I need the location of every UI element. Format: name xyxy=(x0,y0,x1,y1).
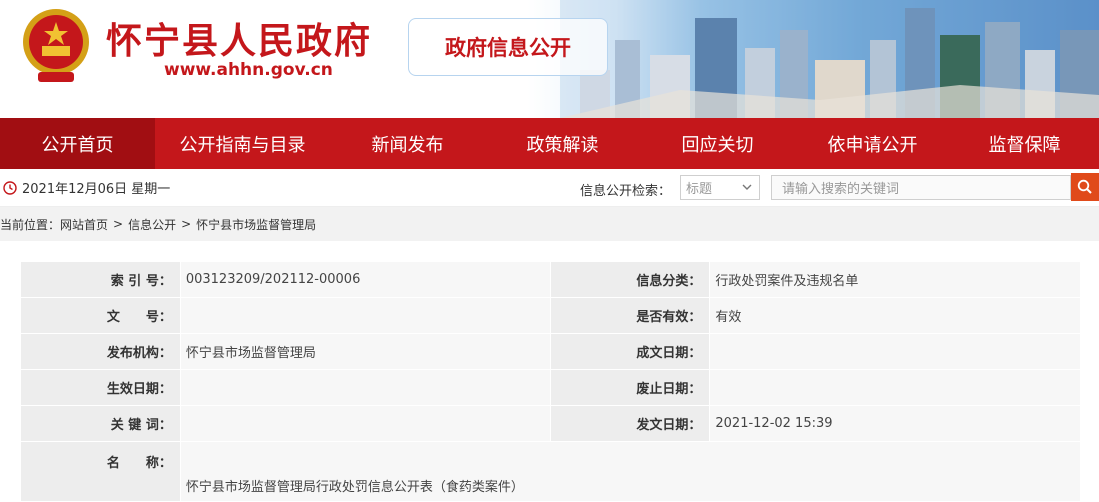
nav-item-guide[interactable]: 公开指南与目录 xyxy=(155,118,330,169)
table-row: 发布机构： 怀宁县市场监督管理局 成文日期： xyxy=(20,333,1081,370)
abolish-date-label: 废止日期： xyxy=(549,369,711,406)
national-emblem-icon xyxy=(23,9,89,82)
written-date-label: 成文日期： xyxy=(549,333,711,370)
valid-value: 有效 xyxy=(709,297,1081,334)
table-row: 索 引 号： 003123209/202112-00006 信息分类： 行政处罚… xyxy=(20,261,1081,298)
issued-date-value: 2021-12-02 15:39 xyxy=(709,405,1081,442)
date-text: 2021年12月06日 星期一 xyxy=(22,182,171,197)
keywords-value xyxy=(179,405,551,442)
nav-item-home[interactable]: 公开首页 xyxy=(0,118,155,169)
index-value: 003123209/202112-00006 xyxy=(179,261,551,298)
table-row: 名 称： 怀宁县市场监督管理局行政处罚信息公开表（食药类案件） xyxy=(20,441,1082,502)
site-title: 怀宁县人民政府 xyxy=(106,20,373,62)
breadcrumb-link-bureau[interactable]: 怀宁县市场监督管理局 xyxy=(196,216,316,233)
effective-date-label: 生效日期： xyxy=(20,369,181,406)
main-nav: 公开首页 公开指南与目录 新闻发布 政策解读 回应关切 依申请公开 监督保障 xyxy=(0,118,1099,169)
search-input[interactable]: 请输入搜索的关键词 xyxy=(771,175,1071,200)
effective-date-value xyxy=(179,369,551,406)
search-label: 信息公开检索： xyxy=(580,184,672,199)
breadcrumb-link-home[interactable]: 网站首页 xyxy=(60,216,108,233)
search-field-select[interactable]: 标题 xyxy=(680,175,760,200)
issued-date-label: 发文日期： xyxy=(549,405,711,442)
breadcrumb-separator: > xyxy=(181,217,192,231)
document-meta: 索 引 号： 003123209/202112-00006 信息分类： 行政处罚… xyxy=(20,261,1082,502)
table-row: 关 键 词： 发文日期： 2021-12-02 15:39 xyxy=(20,405,1081,442)
nav-item-response[interactable]: 回应关切 xyxy=(640,118,795,169)
doc-no-label: 文 号： xyxy=(20,297,181,334)
nav-item-apply[interactable]: 依申请公开 xyxy=(795,118,950,169)
city-skyline-image xyxy=(560,0,1099,118)
date-display: 2021年12月06日 星期一 xyxy=(3,178,170,197)
breadcrumb-prefix: 当前位置： xyxy=(0,217,61,232)
nav-item-news[interactable]: 新闻发布 xyxy=(330,118,485,169)
clock-icon xyxy=(3,180,17,195)
doc-no-value xyxy=(179,297,551,334)
chevron-down-icon xyxy=(742,184,752,190)
publisher-value: 怀宁县市场监督管理局 xyxy=(179,333,551,370)
name-label: 名 称： xyxy=(20,441,181,502)
site-url[interactable]: www.ahhn.gov.cn xyxy=(164,60,333,80)
nav-item-policy[interactable]: 政策解读 xyxy=(485,118,640,169)
breadcrumb-link-info[interactable]: 信息公开 xyxy=(128,216,176,233)
header-banner: 怀宁县人民政府 www.ahhn.gov.cn 政府信息公开 xyxy=(0,0,1099,118)
breadcrumb-separator: > xyxy=(113,217,124,231)
select-value: 标题 xyxy=(686,182,713,197)
search-icon xyxy=(1077,179,1092,194)
keywords-label: 关 键 词： xyxy=(20,405,181,442)
table-row: 文 号： 是否有效： 有效 xyxy=(20,297,1081,334)
abolish-date-value xyxy=(709,369,1081,406)
name-value: 怀宁县市场监督管理局行政处罚信息公开表（食药类案件） xyxy=(179,441,1082,502)
meta-table: 索 引 号： 003123209/202112-00006 信息分类： 行政处罚… xyxy=(20,261,1082,502)
category-value: 行政处罚案件及违规名单 xyxy=(709,261,1081,298)
table-row: 生效日期： 废止日期： xyxy=(20,369,1081,406)
info-bar: 2021年12月06日 星期一 信息公开检索： 标题 请输入搜索的关键词 xyxy=(0,169,1099,207)
written-date-value xyxy=(709,333,1081,370)
breadcrumb: 当前位置： 网站首页 > 信息公开 > 怀宁县市场监督管理局 xyxy=(0,207,1099,241)
search-button[interactable] xyxy=(1071,173,1099,201)
category-label: 信息分类： xyxy=(549,261,711,298)
publisher-label: 发布机构： xyxy=(20,333,181,370)
index-label: 索 引 号： xyxy=(20,261,181,298)
nav-item-supervision[interactable]: 监督保障 xyxy=(950,118,1099,169)
valid-label: 是否有效： xyxy=(549,297,711,334)
section-badge: 政府信息公开 xyxy=(408,18,608,76)
search-placeholder: 请输入搜索的关键词 xyxy=(782,182,900,197)
